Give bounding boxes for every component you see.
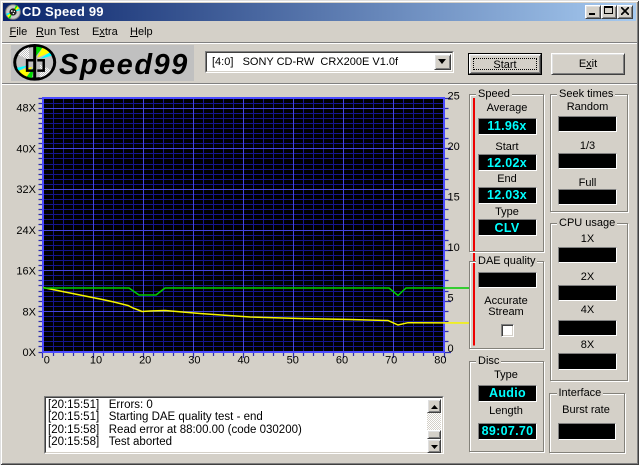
svg-text:8X: 8X bbox=[23, 306, 37, 318]
svg-text:70: 70 bbox=[385, 355, 397, 367]
svg-text:10: 10 bbox=[448, 242, 460, 254]
svg-text:20: 20 bbox=[139, 355, 151, 367]
svg-text:32X: 32X bbox=[16, 184, 36, 196]
svg-text:5: 5 bbox=[448, 292, 454, 304]
svg-text:0: 0 bbox=[44, 355, 50, 367]
svg-text:60: 60 bbox=[336, 355, 348, 367]
svg-text:15: 15 bbox=[448, 191, 460, 203]
svg-text:10: 10 bbox=[90, 355, 102, 367]
svg-text:40X: 40X bbox=[16, 143, 36, 155]
svg-text:48X: 48X bbox=[16, 103, 36, 115]
svg-text:24X: 24X bbox=[16, 225, 36, 237]
svg-text:0: 0 bbox=[448, 343, 454, 355]
svg-text:25: 25 bbox=[448, 91, 460, 103]
svg-text:30: 30 bbox=[188, 355, 200, 367]
svg-text:0X: 0X bbox=[23, 347, 37, 359]
svg-text:16X: 16X bbox=[16, 266, 36, 278]
svg-text:20: 20 bbox=[448, 141, 460, 153]
svg-text:80: 80 bbox=[434, 355, 446, 367]
svg-text:40: 40 bbox=[237, 355, 249, 367]
svg-text:50: 50 bbox=[287, 355, 299, 367]
